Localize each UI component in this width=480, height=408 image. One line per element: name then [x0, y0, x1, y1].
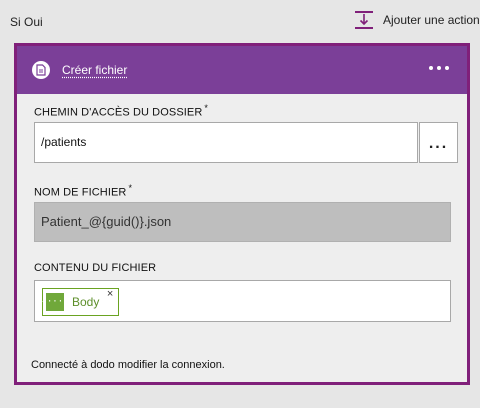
close-icon[interactable]: × [107, 288, 113, 300]
add-action-label: Ajouter une action [383, 13, 480, 27]
body-token-label: Body [72, 295, 100, 309]
card-header[interactable]: Créer fichier [17, 46, 467, 94]
file-name-label: NOM DE FICHIER * [34, 183, 132, 199]
file-icon [32, 61, 50, 79]
file-name-input[interactable]: Patient_@{guid()}.json [34, 202, 451, 242]
braces-icon: {···} [41, 293, 69, 311]
browse-button-label: ... [428, 134, 449, 152]
change-connection-link[interactable]: modifier la connexion. [118, 359, 225, 371]
ellipsis-icon[interactable] [427, 63, 451, 73]
browse-folder-button[interactable]: ... [419, 122, 458, 163]
required-mark: * [204, 103, 209, 113]
folder-path-label: CHEMIN D'ACCÈS DU DOSSIER * [34, 103, 208, 119]
connection-info: Connecté à dodo modifier la connexion. [31, 359, 225, 371]
folder-path-input[interactable]: /patients [34, 122, 418, 163]
menu-dot [429, 66, 433, 70]
menu-dot [445, 66, 449, 70]
add-action-button[interactable]: Ajouter une action [354, 10, 480, 30]
menu-dot [437, 66, 441, 70]
add-action-icon [354, 10, 374, 30]
file-name-label-text: NOM DE FICHIER [34, 186, 127, 199]
required-mark: * [128, 183, 133, 193]
connection-text: Connecté à dodo [31, 359, 115, 371]
branch-label: Si Oui [10, 15, 43, 29]
file-content-label: CONTENU DU FICHIER [34, 262, 157, 274]
create-file-card: Créer fichier CHEMIN D'ACCÈS DU DOSSIER *… [14, 43, 470, 385]
body-token[interactable]: {···} Body × [41, 288, 120, 316]
card-title[interactable]: Créer fichier [62, 63, 127, 77]
folder-path-label-text: CHEMIN D'ACCÈS DU DOSSIER [34, 106, 203, 119]
file-content-input[interactable]: {···} Body × [34, 280, 451, 322]
